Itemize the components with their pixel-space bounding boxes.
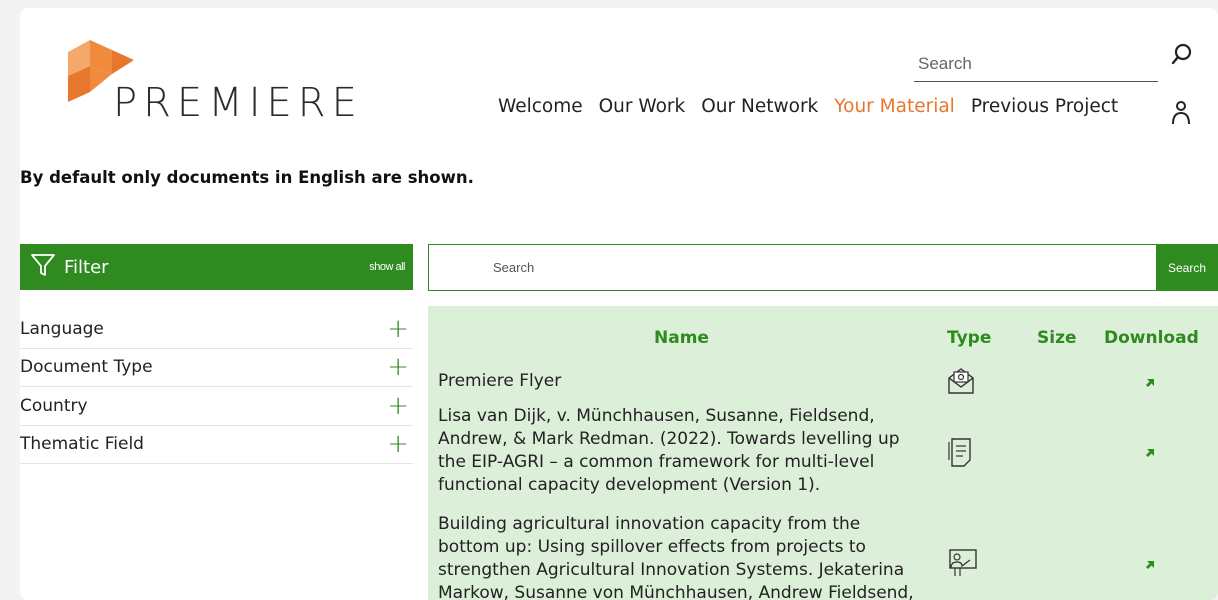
- filter-title: Filter: [64, 256, 109, 278]
- page-card: PREMIERE Search Welcome Our Work Our Net…: [20, 8, 1218, 600]
- nav-your-material[interactable]: Your Material: [834, 96, 955, 117]
- language-notice: By default only documents in English are…: [20, 168, 474, 187]
- filter-thematic-field[interactable]: Thematic Field +: [20, 426, 413, 464]
- premiere-logo[interactable]: PREMIERE: [68, 40, 357, 135]
- plus-icon[interactable]: +: [387, 316, 409, 342]
- row-3-name[interactable]: Building agricultural innovation capacit…: [438, 513, 918, 600]
- plus-icon[interactable]: +: [387, 431, 409, 457]
- document-icon: [946, 436, 976, 472]
- envelope-icon: [946, 366, 976, 400]
- download-icon[interactable]: [1142, 446, 1156, 465]
- table-search-input[interactable]: Search: [428, 244, 1156, 291]
- filter-language[interactable]: Language +: [20, 310, 413, 349]
- nav-welcome[interactable]: Welcome: [498, 96, 583, 117]
- filter-header: Filter show all: [20, 244, 413, 290]
- plus-icon[interactable]: +: [387, 354, 409, 380]
- results-table: Name Type Size Download Premiere Flyer L…: [428, 306, 1218, 600]
- filter-item-label: Country: [20, 395, 88, 416]
- presentation-icon: [946, 546, 978, 582]
- row-1-name[interactable]: Premiere Flyer: [438, 370, 918, 393]
- filter-list: Language + Document Type + Country + The…: [20, 310, 413, 464]
- download-icon[interactable]: [1142, 376, 1156, 395]
- filter-icon: [30, 252, 56, 282]
- filter-country[interactable]: Country +: [20, 387, 413, 426]
- main-nav: Welcome Our Work Our Network Your Materi…: [498, 96, 1118, 117]
- filter-document-type[interactable]: Document Type +: [20, 349, 413, 387]
- nav-our-network[interactable]: Our Network: [701, 96, 818, 117]
- filter-item-label: Document Type: [20, 357, 153, 378]
- filter-item-label: Thematic Field: [20, 434, 144, 455]
- col-header-name: Name: [654, 328, 709, 348]
- header-search-input[interactable]: Search: [914, 52, 1158, 82]
- download-icon[interactable]: [1142, 558, 1156, 577]
- filter-item-label: Language: [20, 318, 104, 339]
- nav-our-work[interactable]: Our Work: [599, 96, 686, 117]
- plus-icon[interactable]: +: [387, 393, 409, 419]
- logo-text: PREMIERE: [113, 80, 363, 126]
- col-header-download: Download: [1104, 328, 1199, 348]
- user-icon[interactable]: [1170, 100, 1192, 130]
- nav-previous-project[interactable]: Previous Project: [971, 96, 1118, 117]
- col-header-type: Type: [947, 328, 992, 348]
- show-all-link[interactable]: show all: [369, 261, 405, 273]
- col-header-size: Size: [1037, 328, 1077, 348]
- search-icon[interactable]: [1170, 42, 1194, 70]
- table-search-button[interactable]: Search: [1156, 244, 1218, 291]
- row-2-name[interactable]: Lisa van Dijk, v. Münchhausen, Susanne, …: [438, 405, 918, 497]
